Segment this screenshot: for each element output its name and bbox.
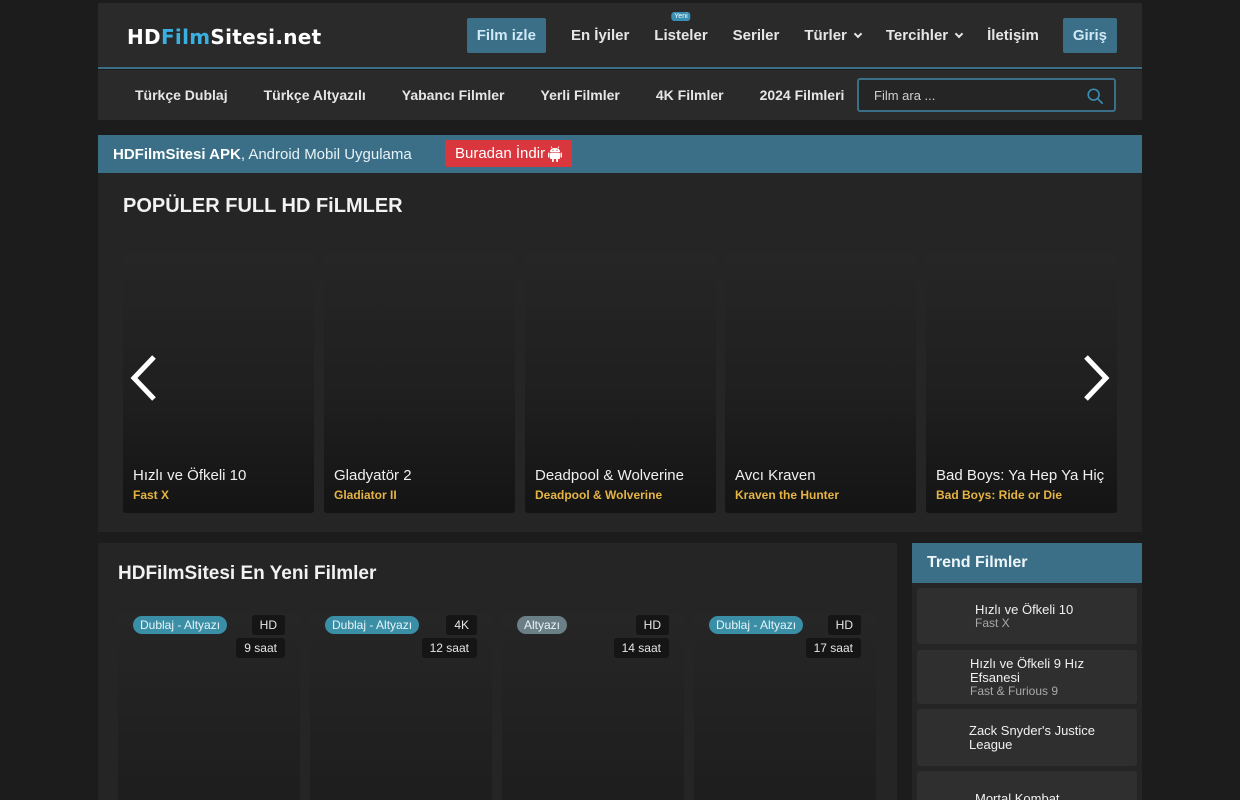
- android-icon: [548, 145, 563, 162]
- section-title: HDFilmSitesi En Yeni Filmler: [118, 563, 377, 584]
- movie-title: Bad Boys: Ya Hep Ya Hiç: [936, 467, 1105, 484]
- section-title: POPÜLER FULL HD FiLMLER: [123, 195, 403, 217]
- time-badge: 9 saat: [236, 638, 285, 658]
- chevron-left-icon[interactable]: [126, 353, 160, 403]
- nav-film-izle[interactable]: Film izle: [466, 18, 546, 53]
- category-turkce-dublaj[interactable]: Türkçe Dublaj: [135, 87, 228, 103]
- trend-item-original: Fast & Furious 9: [970, 684, 1059, 698]
- trend-item-original: Fast X: [975, 616, 1010, 630]
- apk-text: HDFilmSitesi APK, Android Mobil Uygulama: [113, 146, 412, 163]
- movie-original-title: Bad Boys: Ride or Die: [936, 488, 1063, 502]
- trend-header: Trend Filmler: [912, 543, 1142, 583]
- login-button[interactable]: Giriş: [1062, 18, 1117, 53]
- movie-card[interactable]: Deadpool & Wolverine Deadpool & Wolverin…: [525, 253, 716, 513]
- language-badge: Altyazı: [517, 616, 568, 634]
- category-4k-filmler[interactable]: 4K Filmler: [656, 87, 724, 103]
- chevron-right-icon[interactable]: [1080, 353, 1114, 403]
- trend-item[interactable]: Mortal Kombat: [917, 771, 1137, 800]
- category-2024-filmleri[interactable]: 2024 Filmleri: [760, 87, 845, 103]
- trend-item-title: Zack Snyder's Justice League: [969, 723, 1096, 752]
- language-badge: Dublaj - Altyazı: [133, 616, 228, 634]
- nav-iletisim[interactable]: İletişim: [987, 18, 1039, 53]
- trend-item[interactable]: Zack Snyder's Justice League: [917, 709, 1137, 766]
- nav-en-iyiler[interactable]: En İyiler: [571, 18, 629, 53]
- movie-original-title: Deadpool & Wolverine: [535, 488, 663, 502]
- movie-card[interactable]: Dublaj - Altyazı 4K 12 saat: [310, 613, 492, 800]
- nav-turler[interactable]: Türler: [804, 18, 863, 53]
- time-badge: 12 saat: [421, 638, 477, 658]
- search-box: [857, 78, 1116, 112]
- movie-card[interactable]: Dublaj - Altyazı HD 9 saat: [118, 613, 300, 800]
- movie-card[interactable]: Avcı Kraven Kraven the Hunter: [725, 253, 916, 513]
- movie-card[interactable]: Dublaj - Altyazı HD 17 saat: [694, 613, 876, 800]
- apk-banner: HDFilmSitesi APK, Android Mobil Uygulama…: [98, 135, 1142, 173]
- latest-section: HDFilmSitesi En Yeni Filmler Dublaj - Al…: [98, 543, 897, 800]
- quality-badge: HD: [827, 615, 861, 635]
- category-nav: Türkçe Dublaj Türkçe Altyazılı Yabancı F…: [135, 70, 880, 120]
- top-header: HDFilmSitesi.net Film izle En İyiler Yen…: [98, 3, 1142, 69]
- search-icon[interactable]: [1086, 87, 1104, 105]
- movie-original-title: Fast X: [133, 488, 170, 502]
- category-turkce-altyazili[interactable]: Türkçe Altyazılı: [264, 87, 366, 103]
- new-badge: Yeni: [671, 12, 691, 21]
- movie-title: Hızlı ve Öfkeli 10: [133, 467, 247, 484]
- movie-title: Deadpool & Wolverine: [535, 467, 684, 484]
- trend-item-title: Hızlı ve Öfkeli 10: [975, 602, 1074, 617]
- site-logo[interactable]: HDFilmSitesi.net: [127, 25, 321, 49]
- quality-badge: HD: [635, 615, 669, 635]
- category-bar: Türkçe Dublaj Türkçe Altyazılı Yabancı F…: [98, 70, 1142, 120]
- movie-card[interactable]: Gladyatör 2 Gladiator II: [324, 253, 515, 513]
- trend-item[interactable]: Hızlı ve Öfkeli 10 Fast X: [917, 588, 1137, 644]
- movie-title: Avcı Kraven: [735, 467, 816, 484]
- quality-badge: HD: [251, 615, 285, 635]
- main-nav: Film izle En İyiler Yeni Listeler Seriler…: [466, 12, 1117, 53]
- apk-download-button[interactable]: Buradan İndir: [445, 140, 573, 167]
- movie-title: Gladyatör 2: [334, 467, 412, 484]
- quality-badge: 4K: [446, 615, 477, 635]
- trend-title: Trend Filmler: [927, 554, 1028, 571]
- trend-item-title: Hızlı ve Öfkeli 9 Hız Efsanesi: [970, 656, 1085, 685]
- category-yabanci-filmler[interactable]: Yabancı Filmler: [402, 87, 505, 103]
- search-input[interactable]: [859, 80, 1079, 110]
- trend-item-title: Mortal Kombat: [975, 791, 1060, 800]
- movie-card[interactable]: Altyazı HD 14 saat: [502, 613, 684, 800]
- movie-original-title: Gladiator II: [334, 488, 397, 502]
- category-yerli-filmler[interactable]: Yerli Filmler: [541, 87, 620, 103]
- trend-item[interactable]: Hızlı ve Öfkeli 9 Hız Efsanesi Fast & Fu…: [917, 650, 1137, 704]
- nav-listeler[interactable]: Yeni Listeler: [654, 12, 708, 53]
- movie-original-title: Kraven the Hunter: [735, 488, 840, 502]
- language-badge: Dublaj - Altyazı: [325, 616, 420, 634]
- language-badge: Dublaj - Altyazı: [709, 616, 804, 634]
- chevron-down-icon: [954, 29, 964, 39]
- nav-tercihler[interactable]: Tercihler: [886, 18, 964, 53]
- time-badge: 14 saat: [613, 638, 669, 658]
- time-badge: 17 saat: [805, 638, 861, 658]
- popular-section: POPÜLER FULL HD FiLMLER Hızlı ve Öfkeli …: [98, 173, 1142, 532]
- trend-sidebar: Trend Filmler Hızlı ve Öfkeli 10 Fast X …: [912, 543, 1142, 800]
- nav-seriler[interactable]: Seriler: [733, 18, 780, 53]
- chevron-down-icon: [853, 29, 863, 39]
